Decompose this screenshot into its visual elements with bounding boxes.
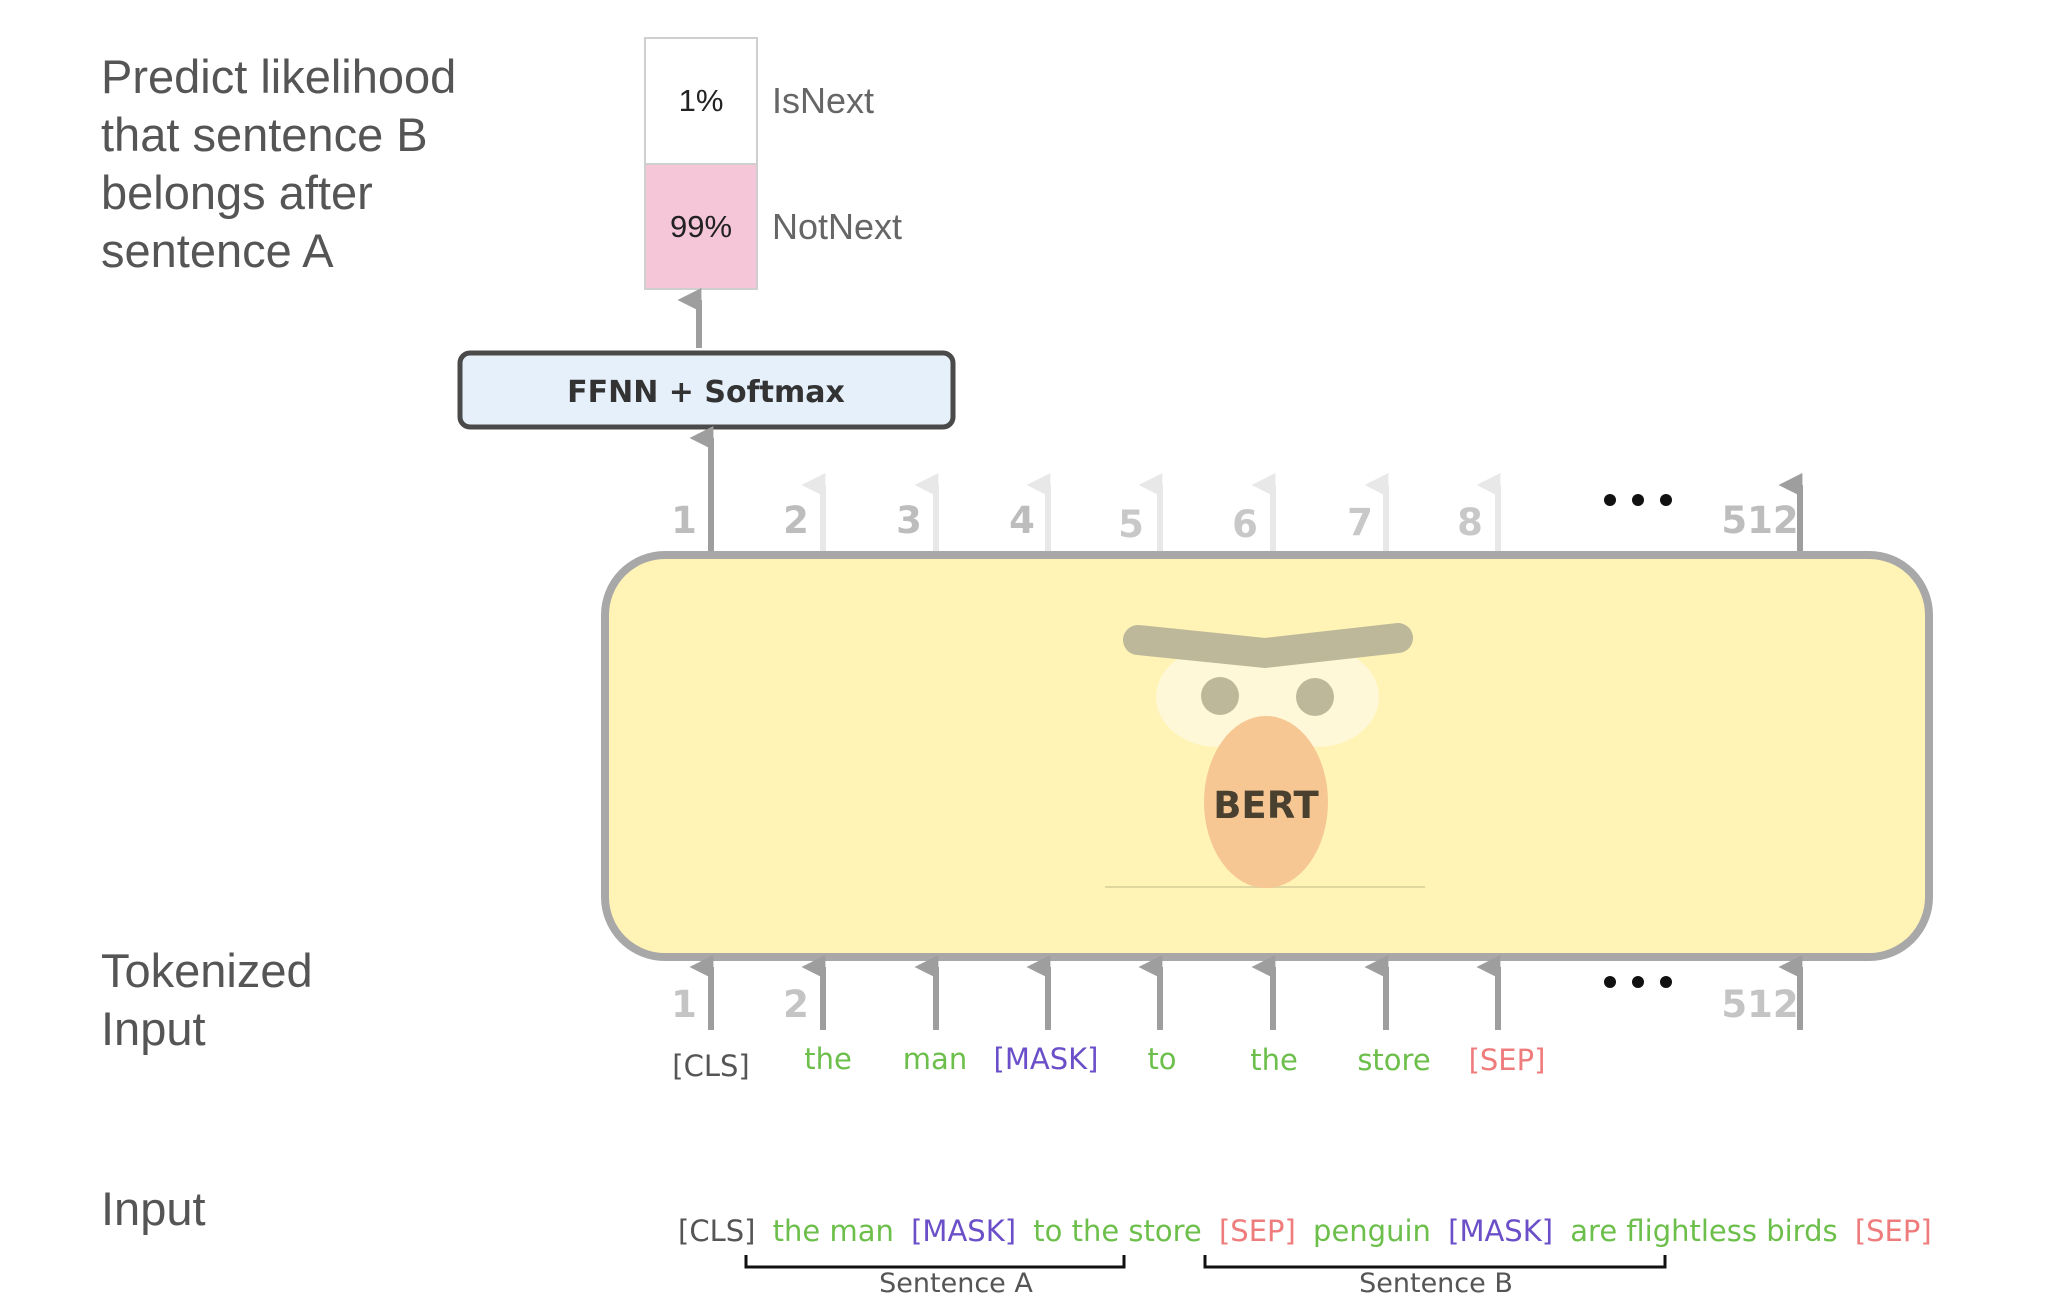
bert-nsp-diagram: Predict likelihood that sentence B belon… [101,37,1933,1299]
predict-label-line-2: that sentence B [101,108,428,161]
tokenized-label-line-1: Tokenized [101,944,313,997]
input-mask-a: [MASK] [911,1214,1016,1248]
token-to: to [1147,1042,1176,1076]
output-ellipsis [1604,494,1672,506]
token-the: the [1250,1043,1298,1077]
bert-model-label: BERT [1213,784,1319,827]
output-position-8: 8 [1457,501,1483,544]
input-position-1: 1 [671,983,697,1026]
input-are-flightless-birds: are flightless birds [1570,1214,1837,1248]
input-sep-b: [SEP] [1855,1214,1932,1248]
token-cls: [CLS] [672,1049,749,1083]
is-next-percentage: 1% [679,83,724,118]
token-store: store [1357,1043,1430,1077]
output-position-6: 6 [1232,503,1258,546]
input-mask-b: [MASK] [1448,1214,1553,1248]
input-penguin: penguin [1313,1214,1431,1248]
input-position-512: 512 [1721,983,1798,1026]
token-the: the [804,1042,852,1076]
input-to-the-store: to the store [1033,1214,1202,1248]
input-sep-a: [SEP] [1219,1214,1296,1248]
input-the-man: the man [773,1214,894,1248]
input-ellipsis [1604,976,1672,988]
predict-label-line-3: belongs after [101,166,373,219]
token-man: man [903,1042,967,1076]
is-next-label: IsNext [772,80,874,121]
output-position-5: 5 [1118,503,1144,546]
ffnn-softmax-label: FFNN + Softmax [567,375,845,410]
input-label: Input [101,1182,206,1235]
sentence-b-bracket [1203,1255,1667,1269]
sentence-a-label: Sentence A [879,1268,1033,1299]
output-position-3: 3 [896,499,922,542]
input-cls: [CLS] [678,1214,755,1248]
output-arrows [801,473,1803,553]
input-sentence: [CLS] the man [MASK] to the store [SEP] … [678,1214,1932,1248]
token-mask: [MASK] [994,1042,1099,1076]
tokenized-label-line-2: Input [101,1002,206,1055]
output-position-2: 2 [783,499,809,542]
predict-label-line-1: Predict likelihood [101,50,456,103]
sentence-b-label: Sentence B [1359,1268,1513,1299]
token-sep: [SEP] [1469,1043,1546,1077]
not-next-label: NotNext [772,206,902,247]
output-position-4: 4 [1009,499,1035,542]
not-next-percentage: 99% [670,209,732,244]
input-position-2: 2 [783,983,809,1026]
output-position-512: 512 [1721,499,1798,542]
output-position-1: 1 [671,499,697,542]
predict-label-line-4: sentence A [101,224,334,277]
output-position-7: 7 [1347,501,1373,544]
sentence-a-bracket [744,1255,1126,1269]
